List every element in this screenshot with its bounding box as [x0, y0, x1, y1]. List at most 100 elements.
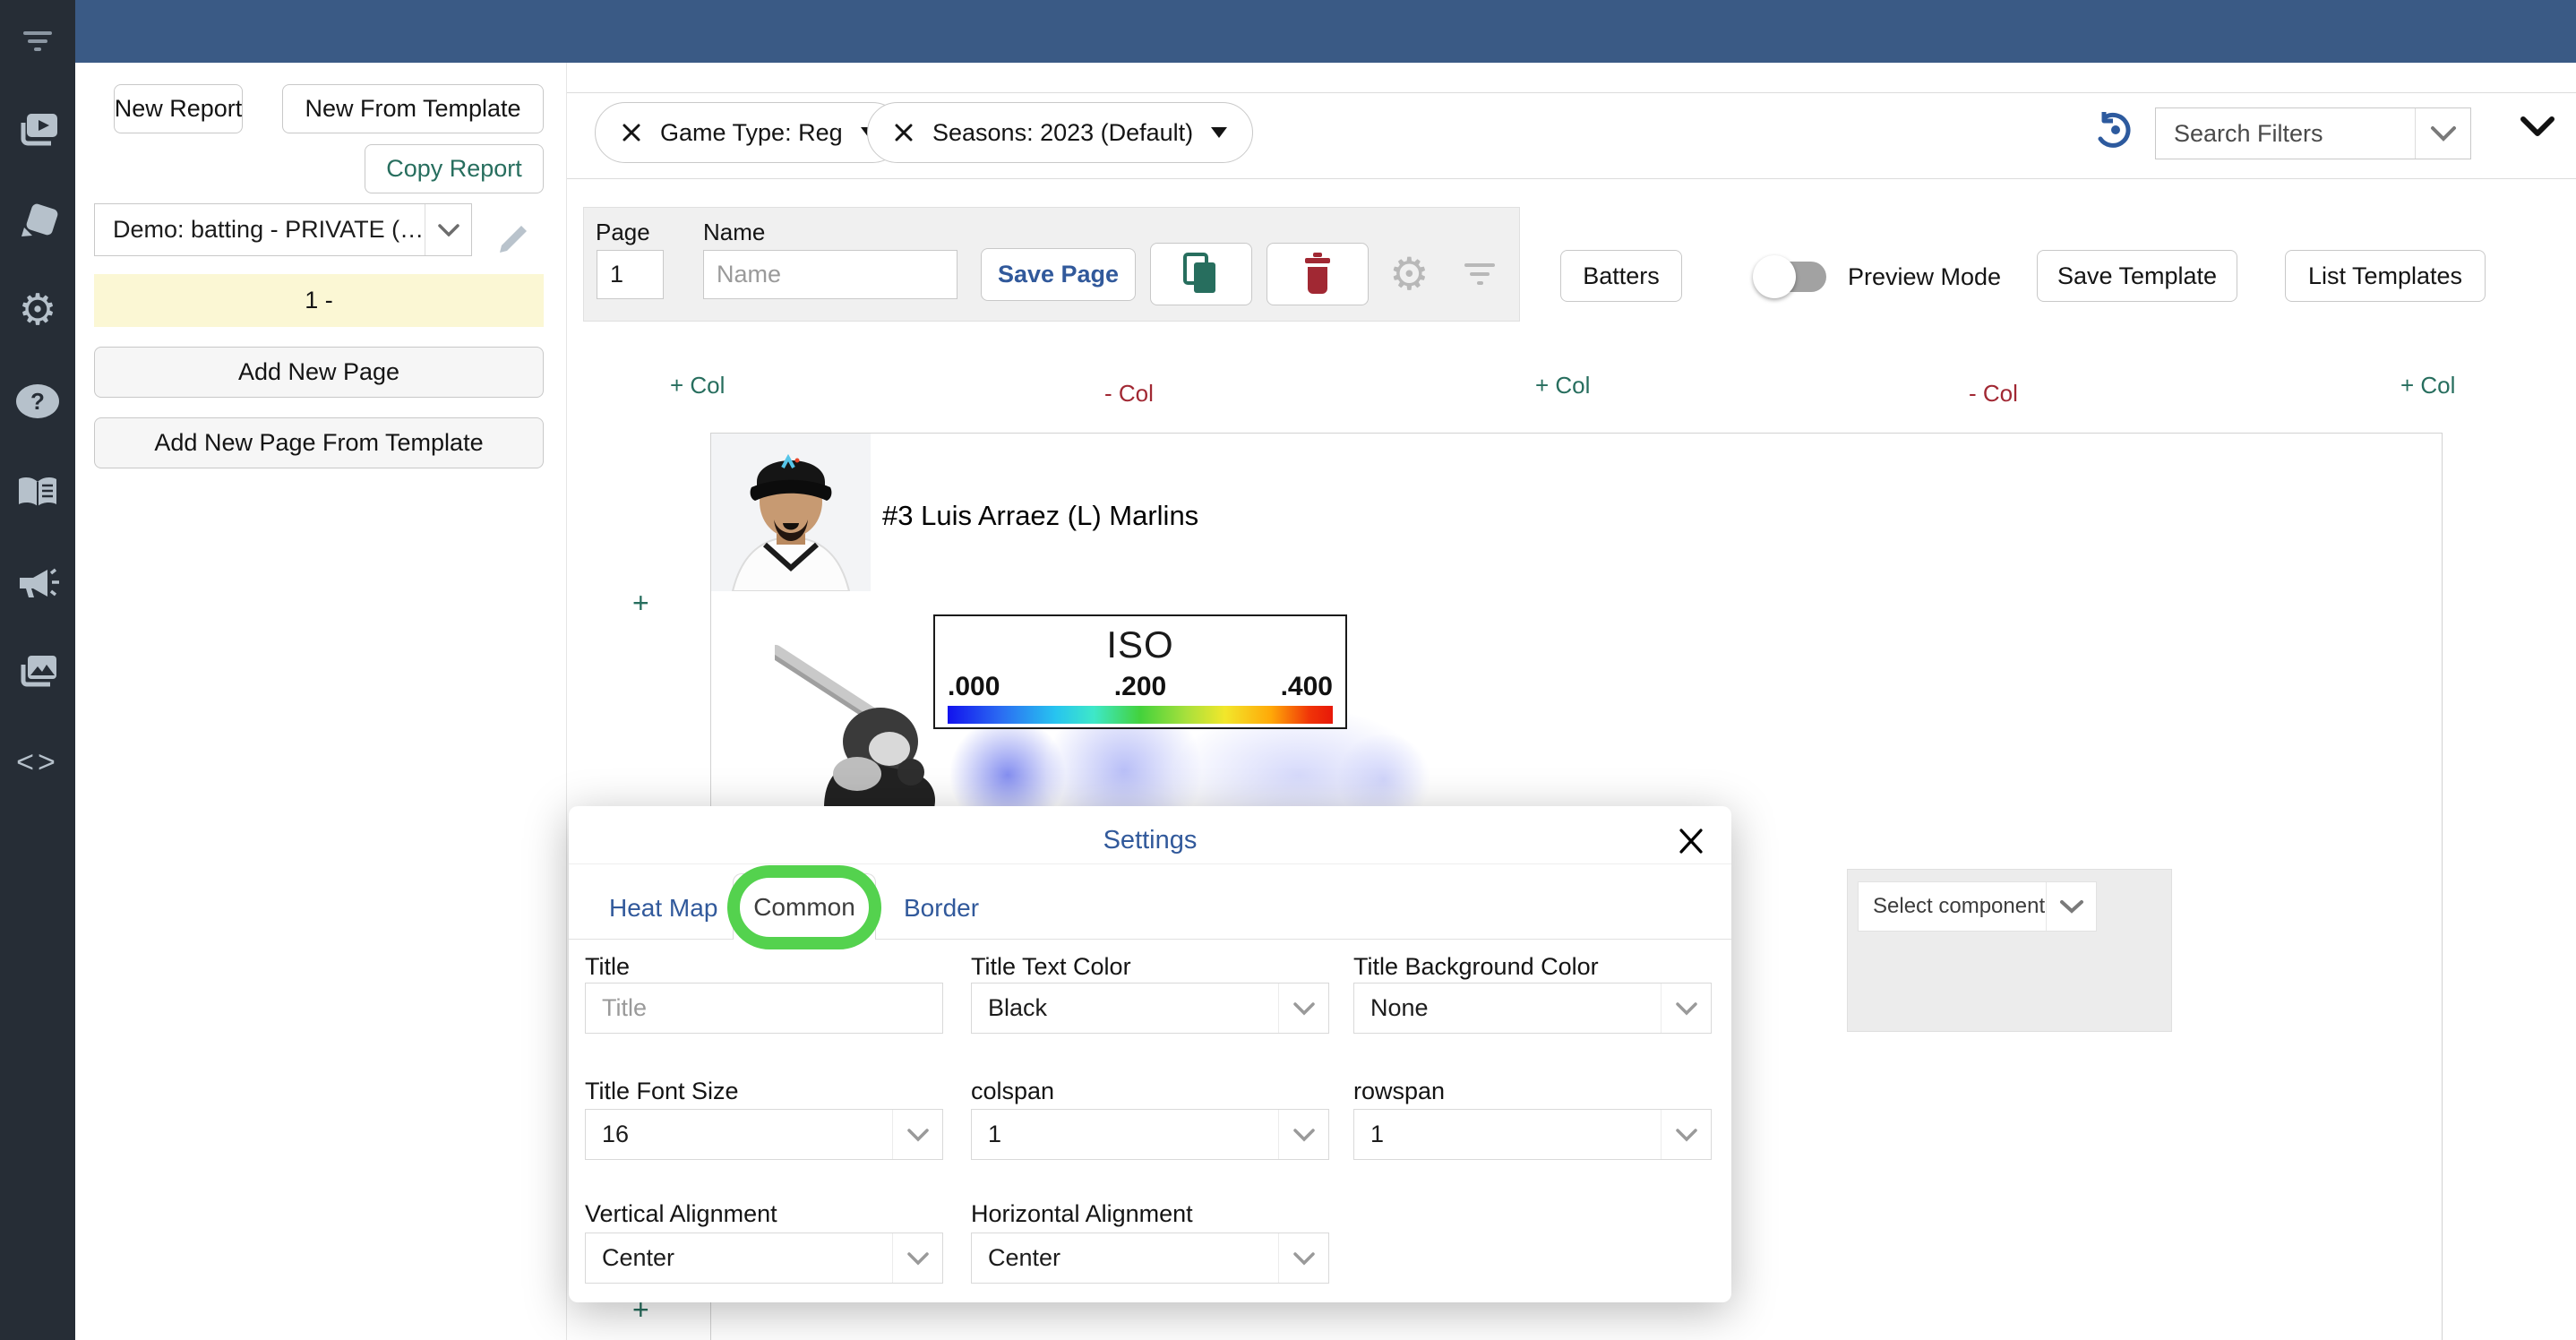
- announcements-icon[interactable]: [13, 558, 63, 608]
- title-font-size-label: Title Font Size: [585, 1078, 739, 1105]
- filter-lines-icon: [18, 21, 57, 60]
- delete-page-button[interactable]: [1267, 243, 1369, 305]
- page-settings-gear-icon[interactable]: ⚙: [1389, 252, 1432, 295]
- select-value: Center: [586, 1244, 892, 1272]
- chevron-down-icon: [2415, 108, 2470, 159]
- notes-icon[interactable]: [13, 195, 63, 245]
- batters-button[interactable]: Batters: [1560, 250, 1682, 302]
- add-new-page-button[interactable]: Add New Page: [94, 347, 544, 398]
- add-column-button[interactable]: + Col: [670, 372, 725, 399]
- component-select-placeholder: Select component: [1859, 894, 2046, 919]
- legend-gradient-bar: [948, 706, 1333, 724]
- search-filters-placeholder: Search Filters: [2156, 120, 2415, 148]
- search-filters-select[interactable]: Search Filters: [2155, 107, 2471, 159]
- images-glyph-icon: [13, 647, 63, 697]
- remove-column-button[interactable]: - Col: [1969, 380, 2018, 408]
- report-select[interactable]: Demo: batting - PRIVATE (brad...: [94, 203, 472, 256]
- guide-book-icon[interactable]: [13, 468, 63, 518]
- player-headshot-photo: [711, 434, 871, 591]
- close-icon[interactable]: [1676, 826, 1708, 858]
- title-input[interactable]: [585, 983, 943, 1034]
- copy-icon: [1181, 252, 1221, 296]
- horizontal-alignment-select[interactable]: Center: [971, 1233, 1329, 1284]
- filter-chip-label: Game Type: Reg: [660, 119, 843, 147]
- component-select[interactable]: Select component: [1858, 881, 2097, 932]
- chevron-down-icon: [2046, 882, 2096, 931]
- chevron-down-icon: [425, 204, 471, 255]
- filter-chip-game-type[interactable]: Game Type: Reg: [595, 102, 903, 163]
- preview-mode-label: Preview Mode: [1848, 263, 2001, 291]
- legend-tick: .000: [948, 672, 1000, 702]
- new-from-template-button[interactable]: New From Template: [282, 84, 544, 133]
- remove-column-button[interactable]: - Col: [1104, 380, 1154, 408]
- page-name-input[interactable]: [703, 250, 957, 299]
- filter-menu-icon[interactable]: [13, 15, 63, 65]
- gear-glyph: ⚙: [18, 289, 56, 332]
- legend-ticks: .000 .200 .400: [948, 672, 1333, 702]
- remove-filter-icon[interactable]: [621, 122, 642, 143]
- select-value: Center: [972, 1244, 1278, 1272]
- modal-title: Settings: [569, 826, 1731, 855]
- add-column-button[interactable]: + Col: [1535, 372, 1590, 399]
- filter-history-icon[interactable]: [2094, 108, 2135, 150]
- tab-heat-map[interactable]: Heat Map: [609, 894, 717, 923]
- code-glyph: <>: [16, 747, 59, 777]
- svg-text:?: ?: [30, 388, 45, 415]
- list-templates-button[interactable]: List Templates: [2285, 250, 2486, 302]
- report-select-value: Demo: batting - PRIVATE (brad...: [95, 216, 425, 244]
- page-filter-icon[interactable]: [1463, 262, 1498, 290]
- tab-common[interactable]: Common: [733, 873, 876, 940]
- add-new-page-from-template-button[interactable]: Add New Page From Template: [94, 417, 544, 468]
- chevron-down-icon: [1278, 984, 1328, 1033]
- add-cell-left-button[interactable]: +: [632, 587, 649, 620]
- legend-title: ISO: [935, 623, 1345, 666]
- page-number-input[interactable]: [597, 250, 664, 299]
- chevron-down-icon: [892, 1233, 942, 1283]
- add-column-button[interactable]: + Col: [2400, 372, 2455, 399]
- colspan-select[interactable]: 1: [971, 1109, 1329, 1160]
- page-label: Page: [596, 219, 650, 246]
- new-report-button[interactable]: New Report: [114, 84, 243, 133]
- copy-page-button[interactable]: [1150, 243, 1252, 305]
- vertical-alignment-select[interactable]: Center: [585, 1233, 943, 1284]
- settings-gear-icon[interactable]: ⚙: [13, 286, 63, 336]
- select-value: 16: [586, 1121, 892, 1148]
- chevron-down-icon: [1661, 1110, 1711, 1159]
- title-font-size-select[interactable]: 16: [585, 1109, 943, 1160]
- report-panel: New Report New From Template Copy Report…: [75, 63, 567, 1340]
- chevron-down-icon: [892, 1110, 942, 1159]
- chevron-down-icon: [1661, 984, 1711, 1033]
- filter-chip-seasons[interactable]: Seasons: 2023 (Default): [867, 102, 1253, 163]
- help-glyph-icon: ?: [13, 376, 63, 426]
- images-icon[interactable]: [13, 647, 63, 697]
- nav-sidebar: ⚙ ?: [0, 0, 75, 1340]
- collapse-filters-chevron-icon[interactable]: [2519, 115, 2556, 140]
- title-text-color-label: Title Text Color: [971, 953, 1131, 981]
- modal-header-divider: [569, 863, 1731, 864]
- component-cell: Select component: [1847, 869, 2172, 1032]
- select-value: 1: [972, 1121, 1278, 1148]
- chevron-down-icon: [1211, 127, 1227, 138]
- save-template-button[interactable]: Save Template: [2037, 250, 2237, 302]
- title-background-color-label: Title Background Color: [1353, 953, 1599, 981]
- iso-heatmap-legend: ISO .000 .200 .400: [933, 614, 1347, 729]
- help-icon[interactable]: ?: [13, 376, 63, 426]
- title-background-color-select[interactable]: None: [1353, 983, 1712, 1034]
- chevron-down-icon: [1278, 1110, 1328, 1159]
- gear-glyph: ⚙: [1389, 249, 1430, 299]
- copy-report-button[interactable]: Copy Report: [365, 144, 544, 193]
- tab-border[interactable]: Border: [904, 894, 979, 923]
- horizontal-alignment-label: Horizontal Alignment: [971, 1200, 1193, 1228]
- filter-chip-label: Seasons: 2023 (Default): [932, 119, 1193, 147]
- edit-report-pencil-icon[interactable]: [494, 213, 534, 253]
- rowspan-select[interactable]: 1: [1353, 1109, 1712, 1160]
- settings-modal: Settings Heat Map Common Border Title Ti…: [569, 806, 1731, 1302]
- title-text-color-select[interactable]: Black: [971, 983, 1329, 1034]
- select-value: Black: [972, 994, 1278, 1022]
- remove-filter-icon[interactable]: [893, 122, 914, 143]
- page-list-item-1[interactable]: 1 -: [94, 274, 544, 327]
- save-page-button[interactable]: Save Page: [981, 248, 1136, 301]
- code-icon[interactable]: <>: [13, 737, 63, 787]
- preview-mode-toggle[interactable]: [1758, 262, 1826, 292]
- video-library-icon[interactable]: [13, 105, 63, 155]
